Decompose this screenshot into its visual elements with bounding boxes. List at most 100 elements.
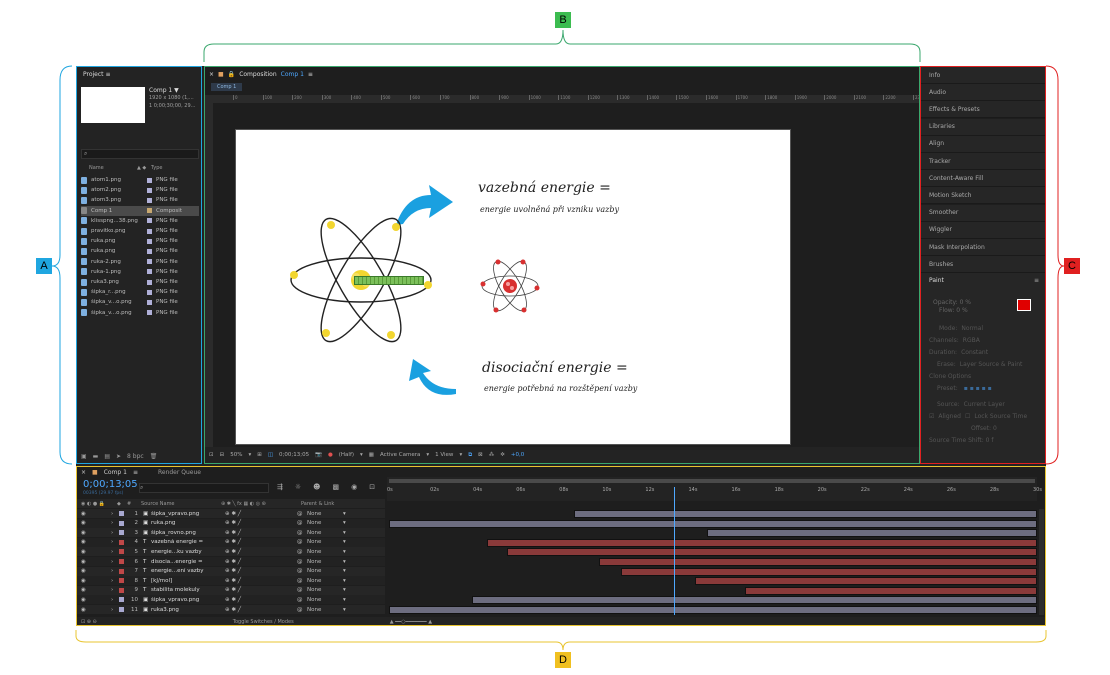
menu-icon[interactable]: ≡: [308, 71, 313, 78]
expand-icon[interactable]: ›: [111, 597, 119, 603]
expand-icon[interactable]: ›: [111, 568, 119, 574]
color-icon[interactable]: ●: [328, 452, 333, 458]
label-swatch[interactable]: [147, 299, 152, 305]
layer-row[interactable]: ◉ › 6 T disocia...energie = ⊕ ✱ ╱ @ None…: [77, 557, 385, 566]
layer-name[interactable]: ruka3.png: [151, 607, 225, 613]
layer-bar[interactable]: [471, 596, 1037, 605]
chevron-down-icon[interactable]: ▾: [248, 452, 251, 458]
bpc-label[interactable]: 8 bpc: [127, 453, 144, 460]
chevron-down-icon[interactable]: ▾: [459, 452, 462, 458]
timeline-scrollbar[interactable]: [1039, 509, 1044, 615]
eye-icon[interactable]: ◉: [77, 520, 111, 526]
camera-icon[interactable]: 📷: [315, 452, 322, 458]
eye-icon[interactable]: ◉: [77, 597, 111, 603]
project-search-input[interactable]: ⌕: [81, 149, 199, 159]
parent-select[interactable]: None: [307, 568, 343, 574]
project-file-row[interactable]: pravitko.png PNG file: [81, 226, 199, 236]
layer-bar[interactable]: [706, 529, 1037, 538]
comp-tab[interactable]: Comp 1: [211, 83, 243, 91]
label-swatch[interactable]: [119, 549, 124, 555]
layer-row[interactable]: ◉ › 1 ▣ šipka_vpravo.png ⊕ ✱ ╱ @ None ▾: [77, 509, 385, 518]
eye-icon[interactable]: ◉: [77, 607, 111, 613]
chevron-down-icon[interactable]: ▾: [343, 520, 346, 526]
label-swatch[interactable]: [147, 289, 152, 295]
playhead[interactable]: [674, 487, 676, 615]
label-swatch[interactable]: [147, 310, 152, 316]
zoom-slider[interactable]: ▲ ━━○━━━━━━━ ▲: [390, 619, 432, 625]
layer-row[interactable]: ◉ › 4 T vazebná energie = ⊕ ✱ ╱ @ None ▾: [77, 537, 385, 547]
timeline-search-input[interactable]: ⌕: [139, 483, 269, 493]
grid-icon[interactable]: ⊞: [257, 452, 262, 458]
mode-select[interactable]: Normal: [961, 325, 983, 332]
project-file-row[interactable]: ruka-1.png PNG file: [81, 267, 199, 277]
label-swatch[interactable]: [119, 568, 124, 574]
menu-icon[interactable]: ≡: [105, 71, 110, 78]
label-swatch[interactable]: [147, 218, 152, 224]
resolution-select[interactable]: (Half): [339, 452, 354, 458]
toggle-icons[interactable]: ⊡ ⊕ ⊖: [81, 619, 97, 625]
chevron-down-icon[interactable]: ▾: [343, 530, 346, 536]
switches[interactable]: ⊕ ✱ ╱: [225, 549, 297, 555]
parent-select[interactable]: None: [307, 520, 343, 526]
project-file-row[interactable]: šipka_v...o.png PNG file: [81, 297, 199, 307]
project-file-row[interactable]: šipka_r...png PNG file: [81, 287, 199, 297]
label-swatch[interactable]: [147, 248, 152, 254]
chevron-down-icon[interactable]: ▾: [343, 511, 346, 517]
source-time-shift[interactable]: Source Time Shift: 0 f: [929, 437, 994, 444]
project-file-row[interactable]: atom1.png PNG file: [81, 175, 199, 185]
pickwhip-icon[interactable]: @: [297, 530, 307, 536]
pickwhip-icon[interactable]: @: [297, 549, 307, 555]
label-swatch[interactable]: [147, 228, 152, 234]
panel-info[interactable]: Info: [921, 67, 1045, 84]
timeline-tab[interactable]: Comp 1: [104, 469, 127, 476]
layer-row[interactable]: ◉ › 8 T [kJ/mol] ⊕ ✱ ╱ @ None ▾: [77, 576, 385, 586]
label-swatch[interactable]: [119, 520, 124, 526]
project-file-row[interactable]: ruka-2.png PNG file: [81, 257, 199, 267]
lock-icon[interactable]: 🔒: [228, 71, 235, 78]
eye-icon[interactable]: ◉: [77, 578, 111, 584]
menu-icon[interactable]: ≡: [1034, 277, 1039, 284]
pickwhip-icon[interactable]: @: [297, 587, 307, 593]
project-file-row[interactable]: šipka_v...o.png PNG file: [81, 308, 199, 318]
transparency-icon[interactable]: ▦: [369, 452, 374, 458]
eye-icon[interactable]: ◉: [77, 549, 111, 555]
close-icon[interactable]: ×: [209, 71, 214, 78]
chevron-down-icon[interactable]: ▾: [343, 607, 346, 613]
frame-blend-icon[interactable]: ▩: [332, 483, 339, 491]
layer-name[interactable]: stabilita molekuly: [151, 587, 225, 593]
label-swatch[interactable]: [119, 597, 124, 603]
pickwhip-icon[interactable]: @: [297, 559, 307, 565]
eye-icon[interactable]: ◉: [77, 568, 111, 574]
fast-preview-icon[interactable]: ⊠: [478, 452, 483, 458]
label-swatch[interactable]: [147, 259, 152, 265]
layer-name[interactable]: [kJ/mol]: [151, 578, 225, 584]
layout-icon[interactable]: ⧉: [468, 452, 472, 459]
preview-icon[interactable]: ⊡: [209, 452, 214, 458]
switches[interactable]: ⊕ ✱ ╱: [225, 520, 297, 526]
layer-name[interactable]: šipka_vpravo.png: [151, 597, 225, 603]
render-queue-tab[interactable]: Render Queue: [158, 469, 201, 476]
project-file-row[interactable]: ruka.png PNG file: [81, 246, 199, 256]
switches[interactable]: ⊕ ✱ ╱: [225, 578, 297, 584]
layer-name[interactable]: šipka_vpravo.png: [151, 511, 225, 517]
col-parent[interactable]: Parent & Link: [301, 501, 334, 507]
panel-smoother[interactable]: Smoother: [921, 204, 1045, 222]
chevron-down-icon[interactable]: ▾: [426, 452, 429, 458]
parent-select[interactable]: None: [307, 539, 343, 545]
layer-bar[interactable]: [506, 548, 1037, 557]
parent-select[interactable]: None: [307, 578, 343, 584]
timecode[interactable]: 0;00;13;05: [83, 479, 138, 490]
expand-icon[interactable]: ›: [111, 520, 119, 526]
comp-name[interactable]: Comp 1 ▼: [149, 87, 179, 94]
offset-label[interactable]: Offset: 0: [971, 425, 997, 432]
foreground-color-swatch[interactable]: [1017, 299, 1031, 311]
layer-name[interactable]: disocia...energie =: [151, 559, 225, 565]
parent-select[interactable]: None: [307, 549, 343, 555]
expand-icon[interactable]: ›: [111, 578, 119, 584]
label-swatch[interactable]: [147, 197, 152, 203]
panel-libraries[interactable]: Libraries: [921, 118, 1045, 136]
erase-select[interactable]: Layer Source & Paint: [960, 361, 1023, 368]
exposure-value[interactable]: +0,0: [511, 452, 524, 458]
label-swatch[interactable]: [147, 238, 152, 244]
layer-name[interactable]: vazebná energie =: [151, 539, 225, 545]
